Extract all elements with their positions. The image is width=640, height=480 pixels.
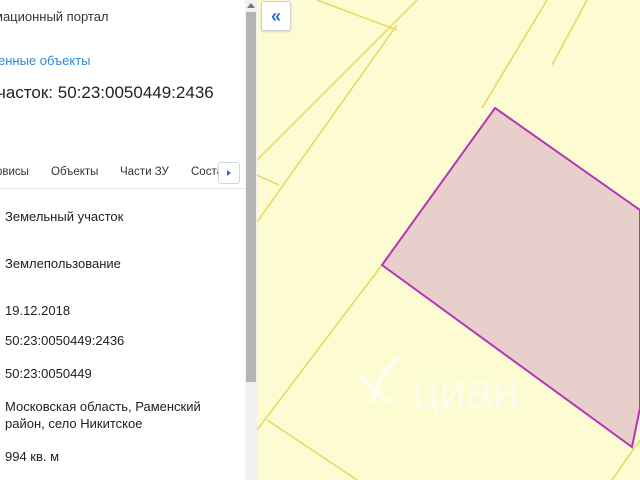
parcel-boundary-line <box>316 0 398 31</box>
parcel-boundary-line <box>257 24 398 223</box>
parcel-boundary-line <box>481 0 548 109</box>
tab-parts[interactable]: Части ЗУ <box>120 166 169 178</box>
object-type-value: Земельный участок <box>5 209 124 224</box>
chevron-right-icon <box>227 170 231 176</box>
area-value: 994 кв. м <box>5 449 60 464</box>
scroll-up-arrow-icon[interactable] <box>247 3 255 8</box>
parcel-boundary-line <box>257 174 280 186</box>
collapse-panel-button[interactable]: « <box>261 1 291 31</box>
saved-objects-link[interactable]: енные объекты <box>0 53 91 68</box>
tabs-scroll-right-button[interactable] <box>218 162 240 184</box>
parcel-boundary-line <box>266 419 358 480</box>
watermark-text: циан <box>412 365 520 418</box>
parcel-boundary-line <box>551 0 588 66</box>
cadastral-number-value: 50:23:0050449:2436 <box>5 333 125 348</box>
panel-scrollbar[interactable] <box>245 0 257 480</box>
cian-watermark-logo: циан <box>355 353 520 418</box>
address-value: Московская область, Раменский район, сел… <box>5 399 201 431</box>
info-panel: мационный портал енные объекты часток: 5… <box>0 0 245 480</box>
tab-bar: рвисы Объекты Части ЗУ Соста <box>0 160 245 189</box>
scrollbar-thumb[interactable] <box>246 12 256 382</box>
quarter-value: 50:23:0050449 <box>5 366 92 381</box>
plot-title: часток: 50:23:0050449:2436 <box>0 83 214 102</box>
double-chevron-left-icon: « <box>270 6 281 26</box>
tab-services[interactable]: рвисы <box>0 166 29 178</box>
tab-objects[interactable]: Объекты <box>51 166 98 178</box>
portal-title: мационный портал <box>0 9 109 24</box>
parcel-boundary-line <box>611 439 640 480</box>
map-view[interactable]: циан « <box>257 0 640 480</box>
category-value: Землепользование <box>5 256 121 271</box>
date-value: 19.12.2018 <box>5 303 71 318</box>
